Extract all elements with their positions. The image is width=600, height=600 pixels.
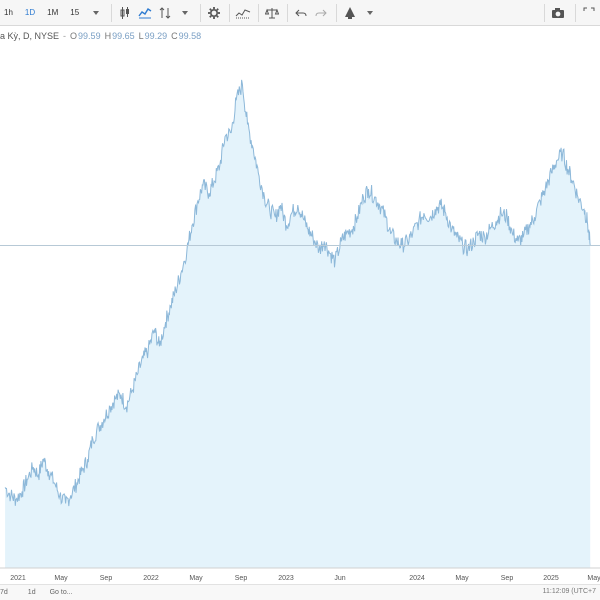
x-tick-label: May xyxy=(189,575,203,582)
x-tick-label: May xyxy=(54,575,68,582)
x-tick-label: Jun xyxy=(334,575,345,582)
range-7d-button[interactable]: 7d xyxy=(0,589,8,596)
x-tick-label: 2022 xyxy=(143,575,159,582)
x-tick-label: May xyxy=(587,575,600,582)
x-tick-label: Sep xyxy=(501,575,514,582)
x-tick-label: 2021 xyxy=(10,575,26,582)
clock-readout: 11:12:09 (UTC+7 xyxy=(542,588,596,595)
price-chart[interactable]: 2021 May Sep 2022 May Sep 2023 Jun 2024 May Sep 202… xyxy=(0,0,600,600)
area-fill xyxy=(5,79,591,569)
x-tick-label: May xyxy=(455,575,469,582)
bottom-bar: 7d 1d Go to... 11:12:09 (UTC+7 xyxy=(0,584,600,600)
x-tick-label: 2025 xyxy=(543,575,559,582)
x-tick-label: 2023 xyxy=(278,575,294,582)
goto-button[interactable]: Go to... xyxy=(50,589,73,596)
x-tick-label: 2024 xyxy=(409,575,425,582)
area-layer xyxy=(0,79,600,569)
x-tick-label: Sep xyxy=(235,575,248,582)
x-tick-label: Sep xyxy=(100,575,113,582)
x-axis: 2021 May Sep 2022 May Sep 2023 Jun 2024 May Sep 202… xyxy=(0,567,600,582)
range-1d-button[interactable]: 1d xyxy=(28,589,36,596)
